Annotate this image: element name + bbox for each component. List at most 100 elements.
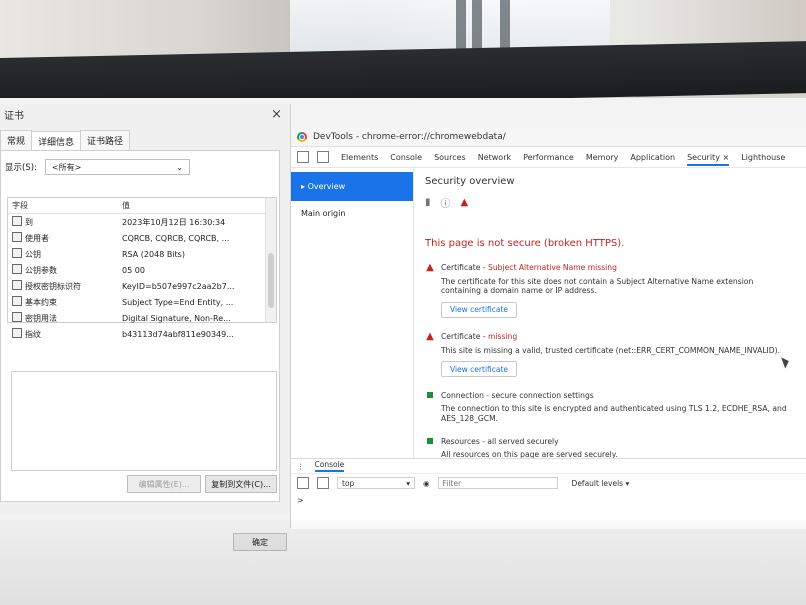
info-icon: ⓘ [440, 199, 451, 210]
security-item-subtitle: missing [488, 331, 518, 341]
context-select[interactable]: top ▾ [337, 477, 415, 489]
tab-sources[interactable]: Sources [434, 149, 466, 166]
close-icon[interactable]: × [271, 107, 282, 122]
security-item: Resources - all served securely All reso… [425, 437, 795, 459]
filter-placeholder: Filter [442, 478, 462, 488]
dialog-title: 证书 [4, 110, 24, 122]
sidebar-item-label: Overview [307, 182, 346, 191]
table-row[interactable]: 使用者 CQRCB, CQRCB, CQRCB, ... [8, 230, 276, 246]
console-filter-input[interactable]: Filter [437, 477, 558, 489]
details-panel: 显示(S): <所有> ⌄ 字段 值 到 2023年10月12日 16:30:3… [0, 150, 287, 551]
field-name: 指纹 [12, 328, 122, 340]
field-name: 公钥参数 [12, 264, 122, 276]
tab-elements[interactable]: Elements [341, 149, 378, 166]
security-item-subtitle: Subject Alternative Name missing [488, 263, 617, 272]
field-name: 公钥 [12, 248, 122, 260]
security-item-title: Certificate - Subject Alternative Name m… [441, 263, 617, 272]
tab-general[interactable]: 常规 [0, 130, 33, 150]
console-drawer: ⋮ Console top ▾ ◉ Filter Default levels … [291, 458, 806, 529]
devtools-titlebar: DevTools - chrome-error://chromewebdata/ [291, 128, 806, 147]
sidebar-item-main-origin[interactable]: Main origin [291, 201, 413, 226]
field-value: RSA (2048 Bits) [122, 249, 185, 259]
table-row[interactable]: 公钥参数 05 00 [8, 262, 276, 278]
table-row[interactable]: 公钥 RSA (2048 Bits) [8, 246, 276, 262]
security-item-description: The connection to this site is encrypted… [441, 404, 787, 423]
chrome-icon [297, 132, 307, 142]
show-row: 显示(S): <所有> ⌄ [1, 151, 279, 175]
field-name: 使用者 [12, 232, 122, 244]
console-prompt[interactable]: > [291, 492, 806, 509]
field-name: 到 [12, 216, 122, 228]
view-certificate-button[interactable]: View certificate [441, 361, 518, 378]
table-row[interactable]: 授权密钥标识符 KeyID=b507e997c2aa2b7... [8, 278, 276, 294]
security-item-title-text: Certificate [441, 263, 481, 272]
fields-scrollbar[interactable] [265, 198, 276, 322]
security-main: Security overview ▮ ⓘ ▲ This page is not… [413, 166, 806, 459]
certificate-field-icon [12, 296, 22, 306]
more-icon[interactable]: ⋮ [297, 462, 305, 471]
field-value: 2023年10月12日 16:30:34 [122, 217, 226, 227]
security-item-header: Connection - secure connection settings [425, 391, 795, 400]
security-item: ▲ Certificate - missing This site is mis… [425, 331, 795, 378]
field-value: Subject Type=End Entity, ... [122, 297, 234, 307]
lock-icon: ▮ [425, 197, 431, 208]
security-heading: Security overview [425, 176, 515, 187]
scrollbar-thumb[interactable] [268, 253, 274, 308]
field-name: 授权密钥标识符 [12, 280, 122, 292]
table-row[interactable]: 基本约束 Subject Type=End Entity, ... [8, 294, 276, 310]
inspect-icon[interactable] [297, 151, 309, 163]
security-item-header: ▲ Certificate - missing [425, 331, 795, 342]
default-levels-dropdown[interactable]: Default levels ▾ [572, 479, 630, 488]
eye-icon[interactable]: ◉ [423, 479, 430, 488]
field-name-text: 使用者 [25, 234, 49, 243]
field-value: 05 00 [122, 265, 145, 275]
security-item-title-text: Resources [441, 437, 480, 447]
warning-icon: ▲ [460, 197, 469, 208]
tab-performance[interactable]: Performance [523, 149, 574, 166]
edit-properties-button[interactable]: 编辑属性(E)... [127, 475, 201, 493]
table-row[interactable]: 密钥用法 Digital Signature, Non-Re... [8, 310, 276, 326]
chevron-down-icon: ⌄ [176, 162, 183, 172]
clear-console-icon[interactable] [317, 477, 329, 489]
field-name-text: 密钥用法 [25, 314, 57, 323]
tab-console[interactable]: Console [390, 149, 422, 166]
tab-cert-path[interactable]: 证书路径 [80, 130, 131, 150]
secure-square-icon [425, 436, 435, 446]
tab-console-drawer[interactable]: Console [314, 460, 345, 472]
show-select[interactable]: <所有> ⌄ [44, 159, 190, 175]
tab-security[interactable]: Security × [687, 149, 730, 166]
tab-security-label: Security [687, 152, 720, 162]
view-certificate-button[interactable]: View certificate [441, 301, 518, 318]
security-item-title: Certificate - missing [441, 332, 517, 341]
certificate-field-icon [12, 328, 22, 338]
certificate-field-icon [12, 264, 22, 274]
tab-memory[interactable]: Memory [586, 149, 619, 166]
security-sidebar: ▸ Overview Main origin [291, 166, 414, 458]
tab-application[interactable]: Application [630, 149, 675, 166]
security-item-subtitle: all served securely [487, 437, 559, 447]
security-item-subtitle: secure connection settings [491, 391, 594, 401]
device-toolbar-icon[interactable] [317, 151, 329, 163]
security-item-title-text: Connection [441, 391, 484, 401]
bottom-shadow [0, 520, 806, 605]
certificate-field-icon [12, 248, 22, 258]
tab-network[interactable]: Network [478, 149, 511, 166]
copy-to-file-button[interactable]: 复制到文件(C)... [205, 475, 277, 493]
field-value: Digital Signature, Non-Re... [122, 313, 231, 323]
sidebar-toggle-icon[interactable] [297, 477, 309, 489]
field-name-text: 指纹 [25, 330, 41, 339]
devtools-tool-icons [297, 151, 329, 163]
tab-lighthouse[interactable]: Lighthouse [741, 149, 785, 166]
tab-details[interactable]: 详细信息 [31, 131, 82, 151]
close-icon[interactable]: × [722, 153, 729, 162]
field-value: CQRCB, CQRCB, CQRCB, ... [122, 233, 230, 243]
certificate-dialog: 证书 × 常规 详细信息 证书路径 显示(S): <所有> ⌄ 字段 值 到 2… [0, 104, 291, 551]
field-name-text: 到 [25, 218, 33, 227]
field-value: KeyID=b507e997c2aa2b7... [122, 281, 235, 291]
security-panel: ▸ Overview Main origin Security overview… [291, 166, 806, 459]
sidebar-item-overview[interactable]: ▸ Overview [291, 172, 413, 201]
fields-list: 到 2023年10月12日 16:30:34 使用者 CQRCB, CQRCB,… [8, 214, 276, 342]
table-row[interactable]: 指纹 b43113d74abf811e90349... [8, 326, 276, 342]
devtools-window: DevTools - chrome-error://chromewebdata/… [290, 128, 806, 529]
table-row[interactable]: 到 2023年10月12日 16:30:34 [8, 214, 276, 230]
